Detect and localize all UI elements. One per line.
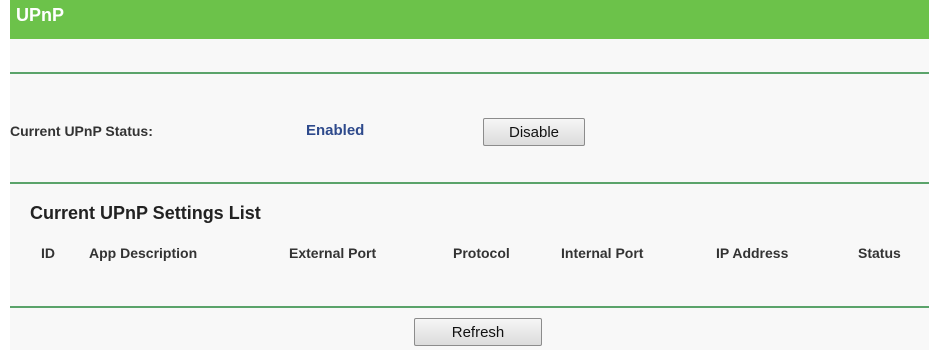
column-header-status: Status bbox=[858, 245, 901, 261]
column-header-external-port: External Port bbox=[289, 245, 377, 261]
upnp-status-value: Enabled bbox=[306, 122, 365, 139]
disable-button[interactable]: Disable bbox=[483, 118, 585, 146]
column-header-ip-address: IP Address bbox=[716, 245, 789, 261]
column-header-internal-port: Internal Port bbox=[561, 245, 644, 261]
divider-middle bbox=[10, 182, 929, 184]
title-bar: UPnP bbox=[10, 0, 929, 39]
column-header-app-description: App Description bbox=[89, 245, 198, 261]
refresh-button[interactable]: Refresh bbox=[414, 318, 542, 346]
upnp-panel: UPnP Current UPnP Status: Enabled Disabl… bbox=[10, 0, 929, 350]
settings-list-title: Current UPnP Settings List bbox=[30, 203, 261, 223]
column-header-protocol: Protocol bbox=[453, 245, 510, 261]
page-title: UPnP bbox=[16, 5, 65, 25]
column-header-id: ID bbox=[41, 245, 55, 261]
upnp-status-label: Current UPnP Status: bbox=[10, 123, 153, 139]
divider-top bbox=[10, 72, 929, 74]
divider-bottom bbox=[10, 306, 929, 308]
